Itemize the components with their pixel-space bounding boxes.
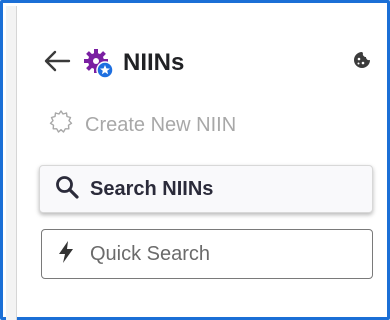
header: NIINs [43,43,373,83]
cookie-icon [352,50,372,75]
magnifier-icon [54,174,80,205]
lightning-bolt-icon [56,240,76,269]
back-button[interactable] [43,46,77,80]
quick-search-field[interactable] [41,229,373,279]
gears-icon [81,46,115,80]
gutter-divider [16,6,17,320]
quick-search-input[interactable] [88,241,352,267]
gear-outline-icon [47,108,75,142]
create-new-niin-label: Create New NIIN [85,113,237,136]
left-gutter [6,6,16,320]
page-title: NIINs [123,49,185,76]
search-niins-label: Search NIINs [90,177,214,200]
cookie-menu-button[interactable] [351,51,373,73]
search-niins-button[interactable]: Search NIINs [39,165,373,213]
create-new-niin-button[interactable]: Create New NIIN [47,107,236,143]
arrow-left-icon [43,49,71,78]
panel-frame: NIINs Create New NIIN Search NIINs Quick… [0,0,390,320]
